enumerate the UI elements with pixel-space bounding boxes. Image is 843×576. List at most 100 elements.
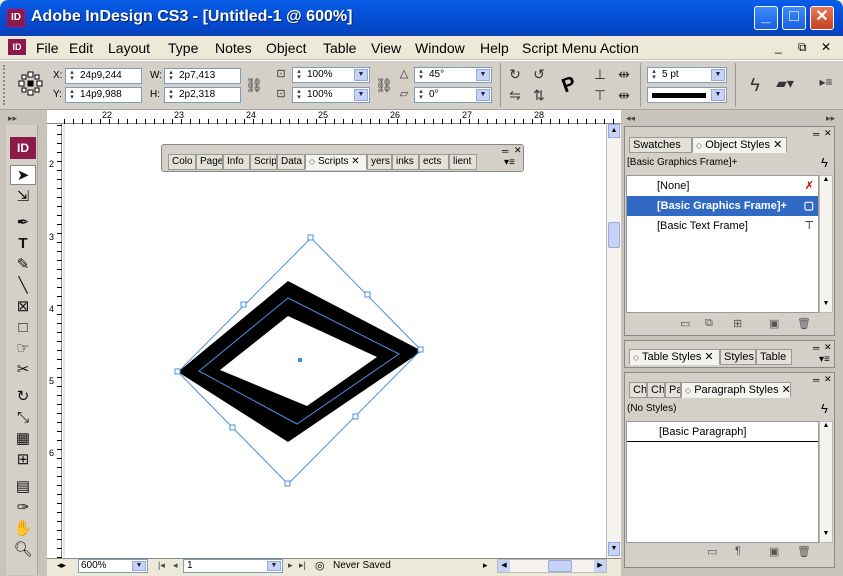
clear-overrides-icon[interactable]: ⧉ [705,317,713,330]
version-cue-icon[interactable]: ◎ [315,559,325,572]
y-position-field[interactable]: ▴ ▾ 14p9,988 [65,87,142,103]
direct-selection-tool-icon[interactable]: ⇲ [10,187,36,207]
collapse-icon[interactable]: ═ [813,375,819,385]
quick-apply-icon[interactable]: ϟ [821,155,828,170]
folder-icon[interactable]: ▭ [680,317,690,330]
doc-restore-button[interactable]: ⧉ [798,40,807,55]
horizontal-ruler[interactable]: 22 23 24 25 26 27 28 [47,110,621,124]
rectangle-tool-icon[interactable]: □ [10,318,36,338]
new-style-icon[interactable]: ▣ [769,317,779,330]
handle[interactable] [364,291,371,298]
spinner-icon[interactable]: ▴ ▾ [294,68,304,81]
center-point[interactable] [298,358,302,362]
constrain-proportions-icon[interactable]: ⛓ [245,77,263,94]
menu-notes[interactable]: Notes [215,40,252,56]
close-icon[interactable]: ✕ [824,128,832,139]
stroke-type-select[interactable]: ▼ [647,87,727,103]
menu-help[interactable]: Help [480,40,509,56]
panel-menu-icon[interactable]: ▾≡ [504,157,515,168]
select-content-icon[interactable]: ⇹ [615,87,633,104]
quick-apply-icon[interactable]: ϟ [821,401,828,416]
clear-attributes-icon[interactable]: ⊞ [733,317,742,330]
tab-paragraph[interactable]: Pa [665,382,681,398]
tab-info[interactable]: Info [223,154,250,170]
chevron-down-icon[interactable]: ▼ [354,89,368,101]
first-page-icon[interactable]: |◂ [158,560,165,571]
tab-pages[interactable]: Page [196,154,223,170]
previous-page-icon[interactable]: ◂ [173,560,178,571]
close-icon[interactable]: ✕ [824,374,832,385]
spinner-icon[interactable]: ▴ ▾ [416,68,426,81]
handle[interactable] [240,301,247,308]
scale-x-field[interactable]: ▴ ▾ 100% ▼ [292,67,370,83]
page-number-field[interactable]: 1 ▼ [183,559,283,573]
scroll-down-button[interactable]: ▼ [820,530,832,542]
document-canvas[interactable] [47,110,621,558]
free-transform-tool-icon[interactable]: ⊞ [10,450,36,470]
constrain-scale-icon[interactable]: ⛓ [375,77,393,94]
tab-character[interactable]: Ch [629,382,647,398]
menu-layout[interactable]: Layout [108,40,150,56]
spinner-icon[interactable]: ▴ ▾ [166,88,176,101]
rotate-ccw-icon[interactable]: ↺ [530,66,548,83]
tab-character-styles[interactable]: Ch [647,382,665,398]
menu-file[interactable]: File [36,40,59,56]
zoom-field[interactable]: 600% ▼ [78,559,148,573]
spinner-icon[interactable]: ▴ ▾ [416,88,426,101]
grip-handle[interactable] [3,65,9,105]
menu-view[interactable]: View [371,40,401,56]
vertical-scrollbar[interactable]: ▲ ▼ [819,175,833,313]
scroll-thumb[interactable] [608,222,620,248]
stroke-weight-field[interactable]: ▴ ▾ 5 pt ▼ [647,67,727,83]
spinner-icon[interactable]: ▴ ▾ [67,88,77,101]
tab-table-styles[interactable]: ◇ Table Styles ✕ [629,349,720,365]
doc-close-button[interactable]: ✕ [821,40,831,54]
eyedropper-tool-icon[interactable]: ✑ [10,498,36,518]
handle[interactable] [417,346,424,353]
collapse-icon[interactable]: ═ [813,129,819,139]
spinner-icon[interactable]: ▴ ▾ [67,69,77,82]
tab-swatches[interactable]: Swatches [629,137,692,153]
paragraph-styles-list[interactable]: [Basic Paragraph] [626,421,819,543]
panel-menu-icon[interactable]: ▾≡ [819,354,830,365]
distribute-icon[interactable]: ⇹ [615,66,633,83]
handle[interactable] [284,480,291,487]
tab-table[interactable]: Table [756,349,792,365]
chevron-down-icon[interactable]: ▼ [476,89,490,101]
menu-object[interactable]: Object [266,40,306,56]
select-container-icon[interactable]: ⊤ [591,87,609,104]
chevron-down-icon[interactable]: ▼ [711,69,725,81]
scroll-down-button[interactable]: ▼ [608,542,620,556]
flip-vertical-icon[interactable]: ⇅ [530,87,548,104]
scale-tool-icon[interactable]: ⤡ [10,408,36,428]
scroll-right-button[interactable]: ▶ [594,560,606,572]
collapse-arrows-icon[interactable]: ▸▸ [826,113,835,124]
note-tool-icon[interactable]: ▤ [10,477,36,497]
scissors-tool-icon[interactable]: ✂ [10,360,36,380]
spinner-icon[interactable]: ▴ ▾ [294,88,304,101]
zoom-tool-icon[interactable]: 🔍︎ [10,540,36,560]
close-button[interactable]: ✕ [810,6,834,30]
rotate-tool-icon[interactable]: ↻ [10,387,36,407]
doc-minimize-button[interactable]: _ [775,40,782,54]
artwork[interactable] [47,110,621,558]
tab-layers[interactable]: yers [367,154,392,170]
scroll-up-button[interactable]: ▲ [820,422,832,434]
floating-panel[interactable]: ═ ✕ Colo Page Info Scrip Data ◇ Scripts … [161,144,524,172]
collapse-arrows-icon[interactable]: ▸▸ [8,113,17,124]
list-item[interactable]: [None] ✗ [627,176,818,196]
close-icon[interactable]: ✕ [514,145,522,156]
tab-script-label[interactable]: Scrip [250,154,277,170]
close-icon[interactable]: ✕ [824,342,832,353]
height-field[interactable]: ▴ ▾ 2p2,318 [164,87,241,103]
rectangle-frame-tool-icon[interactable]: ⊠ [10,297,36,317]
selection-tool-icon[interactable]: ➤ [10,165,36,185]
menu-script-menu-action[interactable]: Script Menu Action [522,40,639,56]
clear-overrides-icon[interactable]: ¶ [735,545,741,557]
menu-table[interactable]: Table [323,40,356,56]
app-icon[interactable]: ID [7,9,25,27]
pencil-tool-icon[interactable]: ✎ [10,255,36,275]
vertical-scrollbar[interactable]: ▲ ▼ [819,421,833,543]
handle[interactable] [307,234,314,241]
x-position-field[interactable]: ▴ ▾ 24p9,244 [65,68,142,84]
